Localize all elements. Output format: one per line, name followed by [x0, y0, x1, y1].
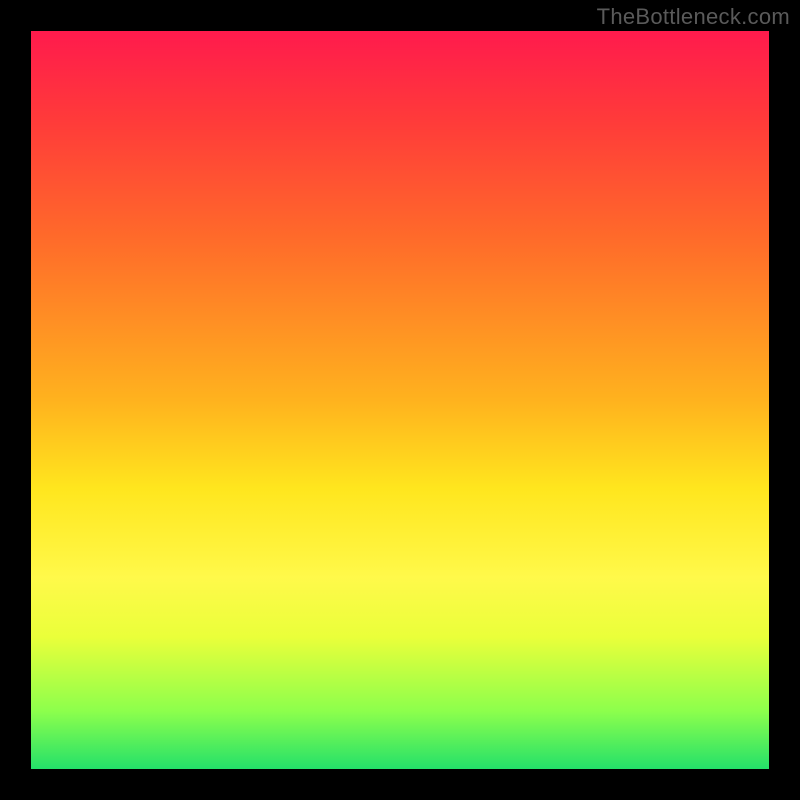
- watermark-text: TheBottleneck.com: [597, 4, 790, 30]
- plot-area: [30, 30, 770, 770]
- chart-frame: TheBottleneck.com: [0, 0, 800, 800]
- plot-gradient-background: [30, 30, 770, 770]
